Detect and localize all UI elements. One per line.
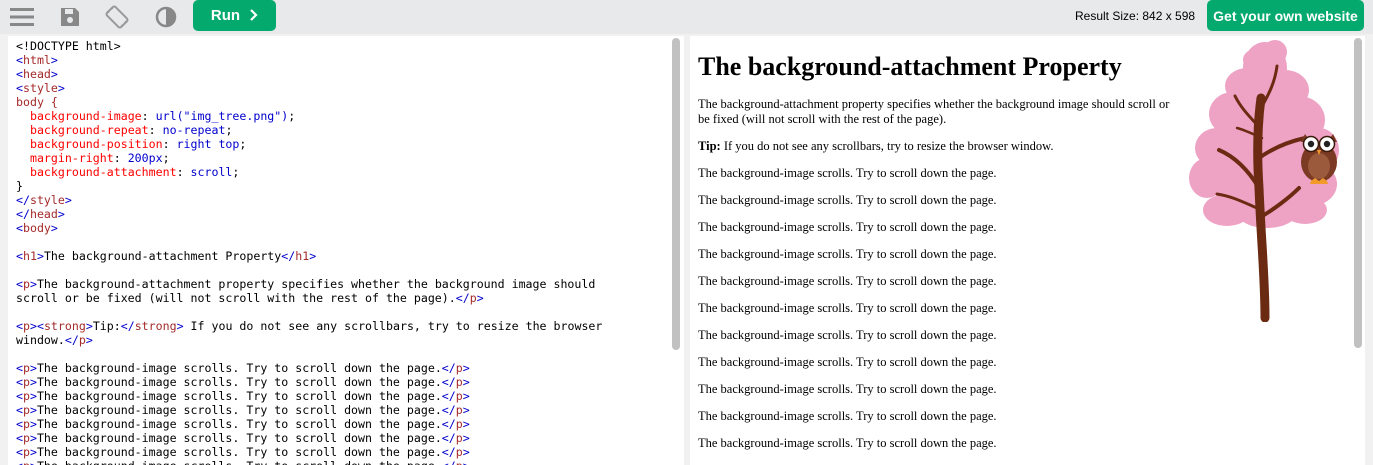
run-label: Run (210, 7, 241, 24)
tree-background-image (1189, 40, 1339, 322)
contrast-icon[interactable] (153, 4, 179, 30)
run-button[interactable]: Run (193, 0, 276, 31)
result-frame[interactable]: The background-attachment Property The b… (690, 36, 1365, 465)
result-size-label: Result Size: 842 x 598 (1075, 9, 1196, 23)
result-line: The background-image scrolls. Try to scr… (698, 355, 997, 369)
chevron-right-icon (250, 8, 258, 24)
result-heading: The background-attachment Property (698, 52, 1122, 81)
menu-icon[interactable] (9, 4, 35, 30)
result-line: The background-image scrolls. Try to scr… (698, 274, 997, 288)
result-tip: Tip: If you do not see any scrollbars, t… (698, 139, 1054, 153)
result-intro: The background-attachment property speci… (698, 97, 1170, 126)
rotate-icon[interactable] (104, 4, 130, 30)
result-line: The background-image scrolls. Try to scr… (698, 436, 997, 450)
result-line: The background-image scrolls. Try to scr… (698, 166, 997, 180)
code-editor[interactable]: <!DOCTYPE html> <html> <head> <style> bo… (8, 36, 684, 465)
result-line: The background-image scrolls. Try to scr… (698, 193, 997, 207)
code-text[interactable]: <!DOCTYPE html> <html> <head> <style> bo… (8, 36, 684, 465)
result-line: The background-image scrolls. Try to scr… (698, 301, 997, 315)
result-scrollbar[interactable] (1354, 38, 1362, 348)
get-your-own-website-button[interactable]: Get your own website (1207, 0, 1364, 31)
save-icon[interactable] (57, 4, 83, 30)
result-line: The background-image scrolls. Try to scr… (698, 247, 997, 261)
toolbar: Run Result Size: 842 x 598 Get your own … (0, 0, 1373, 34)
result-line: The background-image scrolls. Try to scr… (698, 328, 997, 342)
code-scrollbar[interactable] (672, 38, 680, 350)
result-line: The background-image scrolls. Try to scr… (698, 220, 997, 234)
result-document: The background-attachment Property The b… (698, 36, 1178, 463)
result-line: The background-image scrolls. Try to scr… (698, 382, 997, 396)
result-line: The background-image scrolls. Try to scr… (698, 409, 997, 423)
